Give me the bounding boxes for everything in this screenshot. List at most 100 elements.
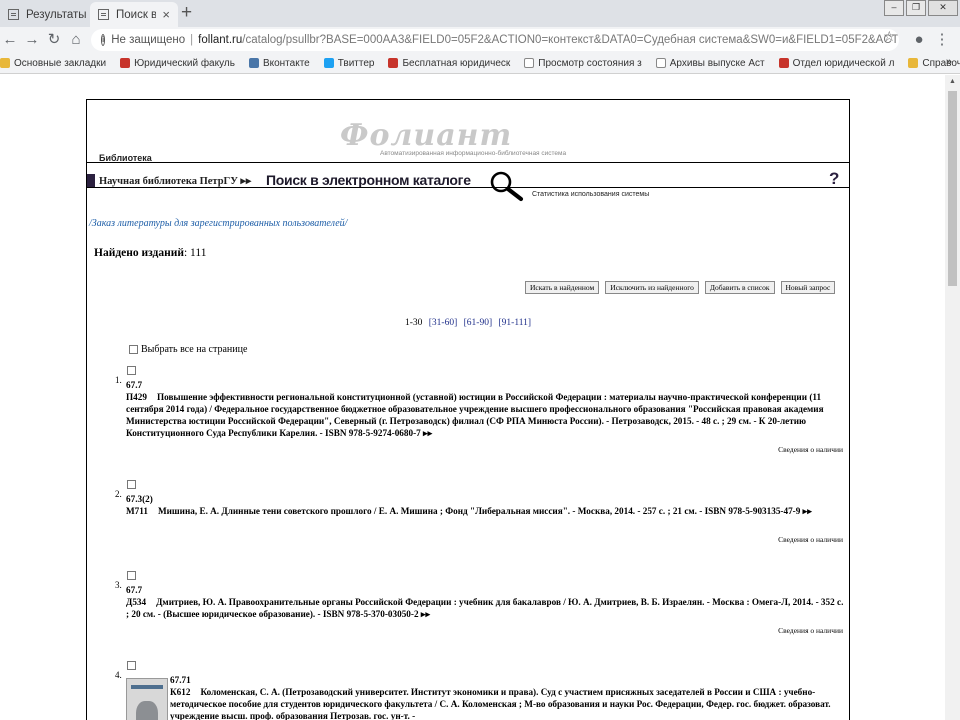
record-item: 4. 67.71 К612 Коломенская, С. А. (Петроза… xyxy=(87,661,849,720)
help-icon[interactable]: ? xyxy=(829,169,839,189)
record-item: 1. 67.7 П429 Повышение эффективности реги… xyxy=(87,366,849,458)
site-icon xyxy=(120,58,131,68)
order-literature-link[interactable]: /Заказ литературы для зарегистрированных… xyxy=(89,218,347,229)
availability-link[interactable]: Сведения о наличии xyxy=(778,444,843,456)
folder-icon xyxy=(0,58,10,68)
record-checkbox[interactable] xyxy=(127,366,136,375)
reload-button[interactable]: ↻ xyxy=(44,30,64,50)
record-cipher: П429 xyxy=(126,392,147,402)
new-tab-button[interactable]: + xyxy=(181,3,192,23)
availability-link[interactable]: Сведения о наличии xyxy=(778,534,843,546)
record-number: 1. xyxy=(115,375,122,385)
results-count-label: Найдено изданий xyxy=(94,247,184,259)
more-bookmarks-icon[interactable]: » xyxy=(946,56,952,68)
close-window-button[interactable]: ✕ xyxy=(928,0,958,16)
record-classification: 67.71 xyxy=(170,675,191,685)
info-icon[interactable]: i xyxy=(101,34,106,46)
profile-icon[interactable]: ● xyxy=(909,30,929,50)
bookmark-label: Отдел юридической л xyxy=(792,57,895,69)
bookmark-label: Просмотр состояния з xyxy=(538,57,642,69)
page-icon xyxy=(8,9,19,20)
add-to-list-button[interactable]: Добавить в список xyxy=(704,281,775,294)
security-label: Не защищено xyxy=(111,34,186,46)
record-text: Дмитриев, Ю. А. Правоохранительные орган… xyxy=(126,597,844,619)
bookmark-label: Вконтакте xyxy=(262,57,310,69)
minimize-button[interactable]: – xyxy=(884,0,904,16)
stats-link[interactable]: Статистика использования системы xyxy=(532,191,649,198)
page-icon xyxy=(98,9,109,20)
scroll-thumb[interactable] xyxy=(948,91,957,286)
browser-tab-2[interactable]: Поиск в элект × xyxy=(90,2,178,27)
bookmark-item[interactable]: Просмотр состояния з xyxy=(524,57,642,69)
book-cover-image[interactable] xyxy=(126,678,168,720)
results-count-value: : 111 xyxy=(183,247,207,259)
back-button[interactable]: ← xyxy=(0,30,20,50)
bookmark-item[interactable]: Юридический факуль xyxy=(120,58,235,69)
home-button[interactable]: ⌂ xyxy=(66,30,86,50)
bookmark-item[interactable]: Справочные ресурсы xyxy=(908,58,960,69)
exclude-from-found-button[interactable]: Исключить из найденного xyxy=(605,281,699,294)
bookmark-item[interactable]: Бесплатная юридическ xyxy=(388,58,510,69)
page-link[interactable]: [31-60] xyxy=(429,318,458,328)
bookmark-label: Юридический факуль xyxy=(134,57,235,69)
page-link[interactable]: [91-111] xyxy=(499,318,532,328)
site-bar: Научная библиотека ПетрГУ ▸▸ Поиск в эле… xyxy=(87,172,849,188)
page-scrollbar[interactable]: ▲ xyxy=(945,75,960,720)
address-bar[interactable]: i Не защищено | follant.ru /catalog/psul… xyxy=(91,29,899,51)
bookmark-item[interactable]: Отдел юридической л xyxy=(778,57,895,69)
vk-icon xyxy=(248,58,259,68)
page-link[interactable]: [61-90] xyxy=(464,318,493,328)
record-item: 3. 67.7 Д534 Дмитриев, Ю. А. Правоохранит… xyxy=(87,571,849,639)
select-all-checkbox[interactable] xyxy=(129,345,138,354)
new-query-button[interactable]: Новый запрос xyxy=(780,281,836,294)
forward-button[interactable]: → xyxy=(22,30,42,50)
close-tab-icon[interactable]: × xyxy=(162,7,170,22)
record-checkbox[interactable] xyxy=(127,661,136,670)
bookmark-item[interactable]: Твиттер xyxy=(323,57,375,69)
bookmark-label: Твиттер xyxy=(337,57,375,69)
record-number: 4. xyxy=(115,670,122,680)
record-description[interactable]: М711 Мишина, Е. А. Длинные тени советског… xyxy=(126,505,844,517)
page-title: Поиск в электронном каталоге xyxy=(266,172,471,188)
record-checkbox[interactable] xyxy=(127,571,136,580)
document-icon xyxy=(655,58,666,68)
browser-toolbar: ← → ↻ ⌂ i Не защищено | follant.ru /cata… xyxy=(0,27,960,53)
bookmark-item[interactable]: Архивы выпуске Аст xyxy=(655,58,765,69)
bookmark-item[interactable]: Вконтакте xyxy=(248,57,310,69)
document-icon xyxy=(524,58,535,68)
search-in-found-button[interactable]: Искать в найденном xyxy=(525,281,600,294)
bookmarks-bar: Основные закладки Юридический факуль Вко… xyxy=(0,53,960,74)
record-number: 2. xyxy=(115,489,122,499)
record-classification: 67.7 xyxy=(126,380,143,390)
record-cipher: Д534 xyxy=(126,597,147,607)
select-all[interactable]: Выбрать все на странице xyxy=(129,344,247,355)
results-count: Найдено изданий: 111 xyxy=(94,247,206,259)
site-marker xyxy=(87,174,95,187)
record-checkbox[interactable] xyxy=(127,480,136,489)
record-number: 3. xyxy=(115,580,122,590)
page-current: 1-30 xyxy=(404,318,423,328)
browser-tab-strip: Результаты поиска Поиск в элект × + – ❐ … xyxy=(0,0,960,27)
record-text: Мишина, Е. А. Длинные тени советского пр… xyxy=(157,506,812,516)
library-home-link[interactable]: Научная библиотека ПетрГУ ▸▸ xyxy=(99,175,251,187)
bookmark-star-icon[interactable]: ☆ xyxy=(883,28,896,45)
record-description[interactable]: П429 Повышение эффективности региональной… xyxy=(126,391,844,439)
maximize-button[interactable]: ❐ xyxy=(906,0,926,16)
record-description[interactable]: К612 Коломенская, С. А. (Петрозаводский у… xyxy=(170,686,844,720)
address-path: /catalog/psullbr?BASE=000AA3&FIELD0=05F2… xyxy=(242,34,899,46)
tab-title: Поиск в элект xyxy=(116,8,157,21)
record-text: Повышение эффективности региональной кон… xyxy=(126,392,824,438)
bookmark-item[interactable]: Основные закладки xyxy=(0,58,106,69)
pagination: 1-30 [31-60] [61-90] [91-111] xyxy=(87,318,849,328)
record-description[interactable]: Д534 Дмитриев, Ю. А. Правоохранительные о… xyxy=(126,596,844,620)
address-separator: | xyxy=(190,34,194,46)
scroll-up-icon[interactable]: ▲ xyxy=(945,75,960,89)
menu-icon[interactable]: ⋮ xyxy=(932,30,952,50)
record-classification: 67.7 xyxy=(126,585,143,595)
site-icon xyxy=(778,58,789,68)
availability-link[interactable]: Сведения о наличии xyxy=(778,625,843,637)
logo-text: Фолиант xyxy=(340,118,513,153)
magnifier-icon xyxy=(490,171,524,202)
header-divider xyxy=(87,162,849,163)
twitter-icon xyxy=(323,58,334,68)
